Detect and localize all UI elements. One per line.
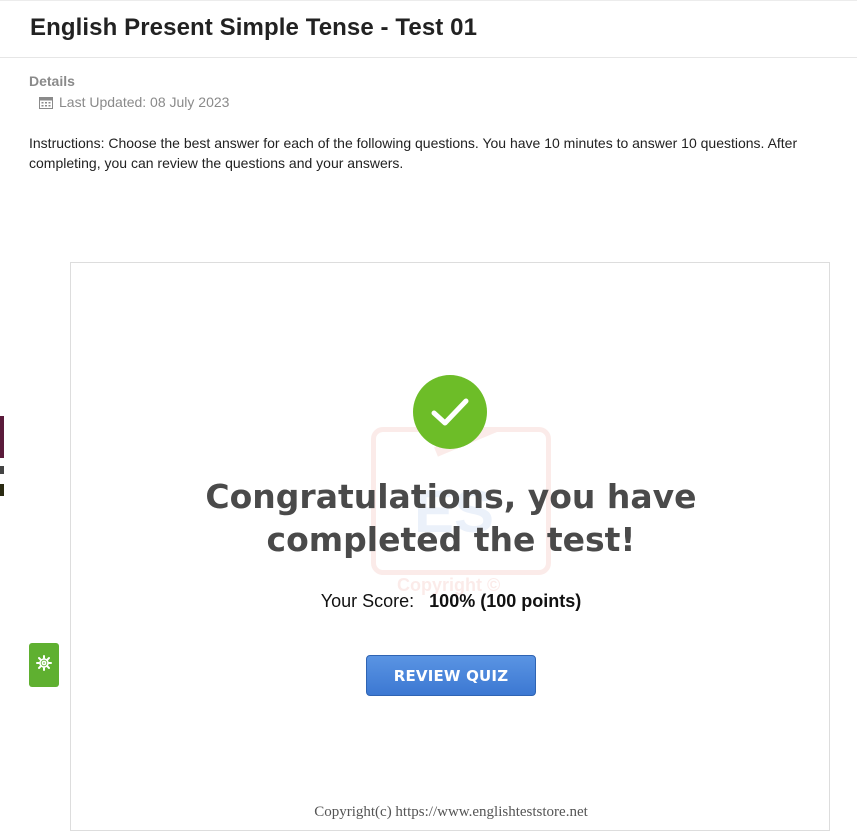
- congratulations-message: Congratulations, you have completed the …: [71, 475, 831, 561]
- score-label: Your Score:: [320, 591, 415, 611]
- page: English Present Simple Tense - Test 01 D…: [0, 0, 857, 836]
- score-row: Your Score: 100% (100 points): [71, 591, 831, 612]
- quiz-result-panel: ES Copyright © Congratulations, you have…: [70, 262, 830, 831]
- copyright-text: Copyright(c) https://www.englishteststor…: [314, 804, 588, 820]
- last-updated: Last Updated: 08 July 2023: [39, 94, 229, 110]
- side-thumbnail[interactable]: [0, 416, 4, 496]
- instructions-text: Instructions: Choose the best answer for…: [29, 135, 798, 171]
- last-updated-text: Last Updated: 08 July 2023: [59, 94, 230, 110]
- page-title: English Present Simple Tense - Test 01: [30, 14, 478, 41]
- calendar-icon: [39, 96, 53, 109]
- check-circle-icon: [413, 375, 487, 449]
- settings-button[interactable]: [29, 643, 59, 687]
- details-label: Details: [29, 73, 75, 89]
- review-quiz-button[interactable]: REVIEW QUIZ: [366, 655, 536, 696]
- title-bar: English Present Simple Tense - Test 01: [0, 0, 857, 58]
- score-value: 100% (100 points): [429, 591, 582, 611]
- congratulations-text: Congratulations, you have completed the …: [205, 477, 697, 559]
- gear-icon: [36, 654, 52, 676]
